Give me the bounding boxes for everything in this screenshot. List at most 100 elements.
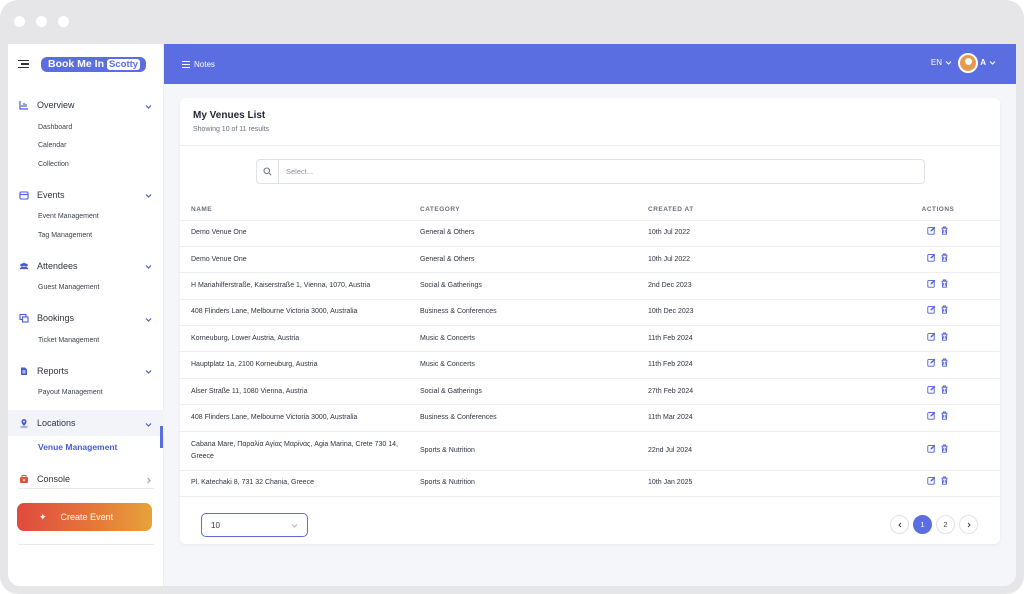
sidebar-item-tag-management[interactable]: Tag Management [8,226,164,245]
page-1-button[interactable]: 1 [913,515,932,534]
table-header: NAME CATEGORY CREATED AT ACTIONS [180,200,1000,221]
sidebar-item-ticket-management[interactable]: Ticket Management [8,331,164,350]
table-row: 408 Flinders Lane, Melbourne Victoria 30… [180,299,1000,327]
edit-icon[interactable] [927,279,936,288]
notes-button[interactable]: Notes [182,60,215,69]
venue-name: Alser Straße 11, 1080 Vienna, Austria [180,378,420,406]
venue-actions [876,351,1000,379]
notes-label: Notes [194,59,215,69]
venue-created-at: 2nd Dec 2023 [648,272,876,300]
card-divider [180,145,1000,146]
sidebar-section-overview[interactable]: Overview [8,92,164,118]
app-window: Book Me In Scotty Overview Dashboard Cal… [8,44,1016,586]
sidebar-item-payout-management[interactable]: Payout Management [8,384,164,403]
table-row: Pl. Katechaki 8, 731 32 Chania, Greece Sp… [180,470,1000,498]
sidebar-item-guest-management[interactable]: Guest Management [8,279,164,298]
results-count: Showing 10 of 11 results [193,126,270,133]
brand-logo[interactable]: Book Me In Scotty [41,56,147,72]
page-size-value: 10 [211,520,220,530]
venue-actions [876,470,1000,498]
venue-category: Business & Conferences [420,299,648,327]
page-title: My Venues List [193,110,266,121]
chevron-down-icon [145,367,152,374]
chevron-down-icon [145,420,152,427]
edit-icon[interactable] [927,226,936,235]
venues-table: NAME CATEGORY CREATED AT ACTIONS Demo Ve… [180,200,1000,498]
delete-icon[interactable] [940,476,949,485]
sidebar: Book Me In Scotty Overview Dashboard Cal… [8,44,164,586]
chart-icon [19,100,29,110]
edit-icon[interactable] [927,411,936,420]
venue-name: Demo Venue One [180,220,420,247]
edit-icon[interactable] [927,385,936,394]
venues-card: My Venues List Showing 10 of 11 results … [180,98,1000,544]
next-page-button[interactable] [959,515,978,534]
delete-icon[interactable] [940,279,949,288]
user-menu[interactable]: A [980,58,996,67]
edit-icon[interactable] [927,332,936,341]
edit-icon[interactable] [927,305,936,315]
table-row: H Mariahilferstraße, Kaiserstraße 1, Vie… [180,272,1000,300]
page-2-button[interactable]: 2 [936,515,955,534]
chevron-down-icon [945,61,952,65]
sidebar-section-bookings[interactable]: Bookings [8,305,164,331]
section-label: Events [37,189,65,200]
chevron-right-icon [967,522,971,527]
sidebar-item-dashboard[interactable]: Dashboard [8,118,164,137]
delete-icon[interactable] [940,305,949,315]
delete-icon[interactable] [940,385,949,394]
venue-name: Demo Venue One [180,246,420,274]
sidebar-item-collection[interactable]: Collection [8,155,164,174]
language-selector[interactable]: EN [931,58,952,67]
sidebar-nav: Overview Dashboard Calendar Collection E… [8,92,164,492]
section-label: Bookings [37,313,75,323]
venue-created-at: 11th Mar 2024 [648,404,876,432]
edit-icon[interactable] [927,444,936,453]
sidebar-section-events[interactable]: Events [8,182,164,208]
chevron-down-icon [145,102,152,109]
sidebar-item-venue-management[interactable]: Venue Management [8,436,164,458]
column-name[interactable]: NAME [180,200,420,221]
section-label: Reports [37,365,69,376]
edit-icon[interactable] [927,476,936,485]
venue-actions [876,299,1000,327]
sidebar-item-calendar[interactable]: Calendar [8,137,164,156]
section-label: Locations [37,418,76,428]
table-row: Cabana Mare, Παραλία Αγίας Μαρίνας, Agia… [180,431,1000,471]
edit-icon[interactable] [927,253,936,262]
chevron-down-icon [145,191,152,198]
chevron-down-icon [989,61,996,65]
brand-badge: Scotty [107,58,141,70]
column-category[interactable]: CATEGORY [420,200,648,221]
delete-icon[interactable] [940,332,949,341]
page-size-select[interactable]: 10 [201,513,308,537]
edit-icon[interactable] [927,358,936,367]
delete-icon[interactable] [940,253,949,262]
table-row: 408 Flinders Lane, Melbourne Victoria 30… [180,404,1000,432]
search-icon [257,160,279,183]
venue-name: 408 Flinders Lane, Melbourne Victoria 30… [180,404,420,432]
column-created-at[interactable]: CREATED AT [648,200,876,221]
delete-icon[interactable] [940,358,949,367]
sidebar-section-reports[interactable]: Reports [8,358,164,384]
sidebar-section-attendees[interactable]: Attendees [8,253,164,279]
topbar: Notes EN A [164,44,1016,84]
venue-created-at: 27th Feb 2024 [648,378,876,406]
sidebar-item-event-management[interactable]: Event Management [8,208,164,227]
create-event-button[interactable]: ✦ Create Event [17,503,152,531]
delete-icon[interactable] [940,411,949,420]
search-input[interactable] [279,167,879,176]
section-label: Console [37,474,71,484]
language-label: EN [930,58,942,67]
sidebar-section-locations[interactable]: Locations [8,410,164,436]
venue-category: Social & Gatherings [420,272,648,300]
prev-page-button[interactable] [890,515,909,534]
delete-icon[interactable] [940,226,949,235]
venue-created-at: 10th Dec 2023 [648,299,876,327]
menu-icon[interactable] [18,59,29,69]
delete-icon[interactable] [940,444,949,453]
venue-actions [876,378,1000,406]
pin-icon [19,418,29,428]
avatar[interactable] [958,53,978,73]
venue-created-at: 22nd Jul 2024 [648,431,876,471]
